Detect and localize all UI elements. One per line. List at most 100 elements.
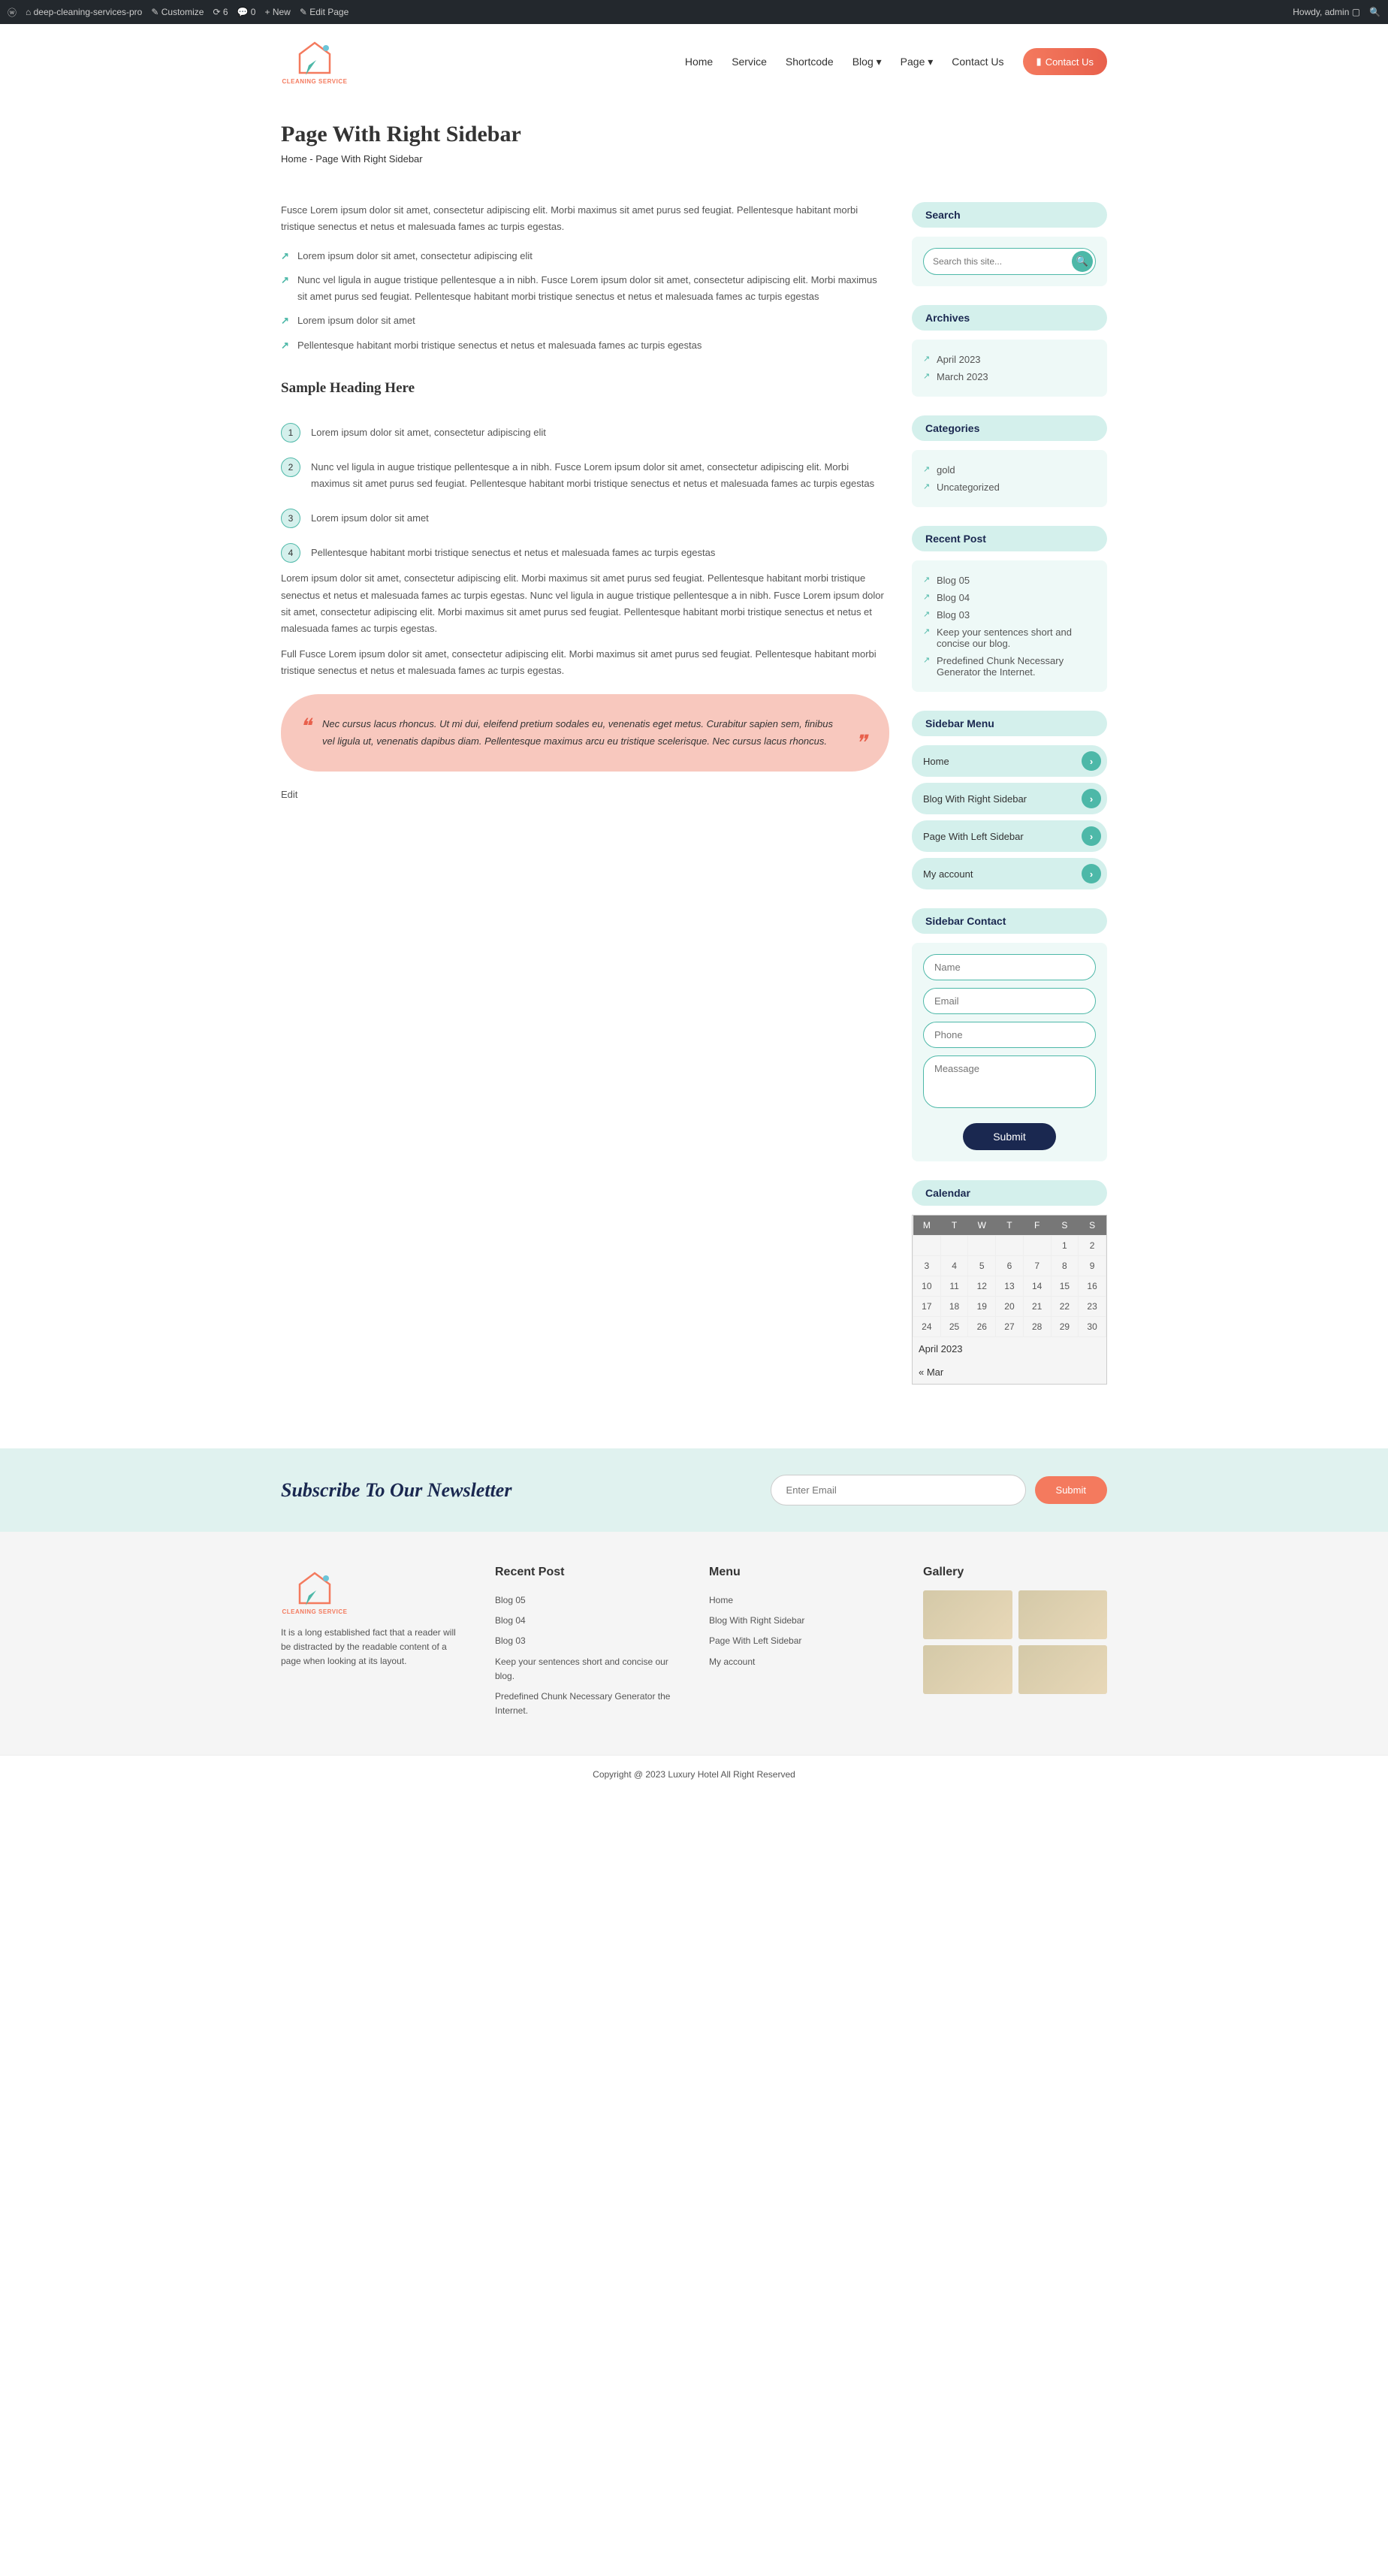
list-item: Pellentesque habitant morbi tristique se… [281,536,889,570]
footer-link[interactable]: Blog 03 [495,1631,679,1651]
sidebar-menu-item[interactable]: Home› [912,745,1107,777]
contact-button[interactable]: ▮Contact Us [1023,48,1107,75]
sidebar-menu-item[interactable]: My account› [912,858,1107,889]
footer-link[interactable]: Blog 04 [495,1611,679,1631]
footer-about: CLEANING SERVICE It is a long establishe… [281,1566,465,1721]
updates-link[interactable]: ⟳ 6 [213,7,228,17]
nav-contact[interactable]: Contact Us [952,56,1003,68]
nav-service[interactable]: Service [732,56,767,68]
category-link[interactable]: gold [937,464,955,476]
footer-recent: Recent Post Blog 05 Blog 04 Blog 03 Keep… [495,1566,679,1721]
search-input[interactable] [933,256,1072,267]
chevron-right-icon: › [1082,826,1101,846]
list-item: Lorem ipsum dolor sit amet, consectetur … [281,415,889,450]
nav-shortcode[interactable]: Shortcode [786,56,834,68]
search-admin-icon[interactable]: 🔍 [1369,7,1380,17]
gallery-image[interactable] [1018,1590,1108,1639]
calendar-caption: April 2023 [913,1337,1106,1360]
recent-link[interactable]: Keep your sentences short and concise ou… [937,627,1072,649]
gallery-image[interactable] [923,1590,1012,1639]
list-item: Pellentesque habitant morbi tristique se… [281,334,889,358]
arrow-list: Lorem ipsum dolor sit amet, consectetur … [281,244,889,357]
widget-title: Recent Post [912,526,1107,551]
footer-logo[interactable]: CLEANING SERVICE [281,1566,349,1618]
recent-link[interactable]: Blog 05 [937,575,970,586]
sample-heading: Sample Heading Here [281,376,889,400]
newsletter-submit-button[interactable]: Submit [1035,1476,1107,1504]
nav-page[interactable]: Page ▾ [901,56,934,68]
logo-text: CLEANING SERVICE [282,78,348,85]
footer-heading: Recent Post [495,1566,679,1579]
page-title-area: Page With Right Sidebar Home - Page With… [266,99,1122,202]
footer-link[interactable]: Keep your sentences short and concise ou… [495,1652,679,1687]
footer-link[interactable]: Predefined Chunk Necessary Generator the… [495,1687,679,1721]
gallery-image[interactable] [1018,1645,1108,1694]
footer-link[interactable]: Blog With Right Sidebar [709,1611,893,1631]
breadcrumb-home[interactable]: Home [281,153,307,165]
sidebar-menu-item[interactable]: Blog With Right Sidebar› [912,783,1107,814]
search-box: 🔍 [923,248,1096,275]
calendar-widget: Calendar MTWTFSS 12 3456789 101112131415… [912,1180,1107,1385]
footer-link[interactable]: Home [709,1590,893,1611]
main-content: Fusce Lorem ipsum dolor sit amet, consec… [281,202,889,1403]
intro-text: Fusce Lorem ipsum dolor sit amet, consec… [281,202,889,235]
category-link[interactable]: Uncategorized [937,482,1000,493]
recent-link[interactable]: Blog 04 [937,592,970,603]
list-item: Lorem ipsum dolor sit amet, consectetur … [281,244,889,268]
sidebar-menu-item[interactable]: Page With Left Sidebar› [912,820,1107,852]
comments-link[interactable]: 💬 0 [237,7,256,17]
sidebar-contact-widget: Sidebar Contact Submit [912,908,1107,1161]
site-logo[interactable]: CLEANING SERVICE [281,35,349,88]
chevron-right-icon: › [1082,789,1101,808]
nav-blog[interactable]: Blog ▾ [852,56,882,68]
search-icon: 🔍 [1076,255,1088,267]
footer-gallery: Gallery [923,1566,1107,1721]
blockquote: Nec cursus lacus rhoncus. Ut mi dui, ele… [281,694,889,772]
recent-widget: Recent Post Blog 05 Blog 04 Blog 03 Keep… [912,526,1107,692]
recent-link[interactable]: Predefined Chunk Necessary Generator the… [937,655,1064,678]
footer-link[interactable]: My account [709,1652,893,1672]
calendar-prev[interactable]: « Mar [913,1360,1106,1384]
widget-title: Categories [912,415,1107,441]
sidebar: Search 🔍 Archives April 2023 March 2023 … [912,202,1107,1403]
phone-field[interactable] [923,1022,1096,1048]
calendar-table: MTWTFSS 12 3456789 10111213141516 171819… [913,1216,1106,1360]
site-footer: CLEANING SERVICE It is a long establishe… [0,1532,1388,1755]
list-item: Lorem ipsum dolor sit amet [281,309,889,333]
nav-home[interactable]: Home [685,56,713,68]
footer-link[interactable]: Page With Left Sidebar [709,1631,893,1651]
howdy-link[interactable]: Howdy, admin ▢ [1293,7,1360,17]
list-item: Nunc vel ligula in augue tristique pelle… [281,268,889,309]
categories-widget: Categories gold Uncategorized [912,415,1107,507]
name-field[interactable] [923,954,1096,980]
search-button[interactable]: 🔍 [1072,251,1093,272]
breadcrumb-current: Page With Right Sidebar [315,153,422,165]
new-link[interactable]: + New [264,7,290,17]
submit-button[interactable]: Submit [963,1123,1056,1150]
widget-title: Search [912,202,1107,228]
edit-page-link[interactable]: ✎ Edit Page [300,7,349,17]
site-header: CLEANING SERVICE Home Service Shortcode … [266,24,1122,99]
copyright: Copyright @ 2023 Luxury Hotel All Right … [0,1755,1388,1793]
archive-link[interactable]: April 2023 [937,354,981,365]
footer-link[interactable]: Blog 05 [495,1590,679,1611]
recent-link[interactable]: Blog 03 [937,609,970,621]
sidebar-menu-widget: Sidebar Menu Home› Blog With Right Sideb… [912,711,1107,889]
footer-menu: Menu Home Blog With Right Sidebar Page W… [709,1566,893,1721]
site-name[interactable]: ⌂ deep-cleaning-services-pro [26,7,142,17]
message-field[interactable] [923,1055,1096,1108]
list-item: Lorem ipsum dolor sit amet [281,501,889,536]
newsletter-section: Subscribe To Our Newsletter Submit [0,1448,1388,1532]
main-nav: Home Service Shortcode Blog ▾ Page ▾ Con… [685,48,1107,75]
footer-heading: Menu [709,1566,893,1579]
edit-link[interactable]: Edit [281,789,297,800]
widget-title: Sidebar Menu [912,711,1107,736]
archive-link[interactable]: March 2023 [937,371,988,382]
newsletter-email-input[interactable] [771,1475,1026,1505]
page-title: Page With Right Sidebar [281,122,1107,147]
wp-logo-icon[interactable]: ⓦ [8,6,17,19]
widget-title: Archives [912,305,1107,331]
email-field[interactable] [923,988,1096,1014]
customize-link[interactable]: ✎ Customize [151,7,204,17]
gallery-image[interactable] [923,1645,1012,1694]
